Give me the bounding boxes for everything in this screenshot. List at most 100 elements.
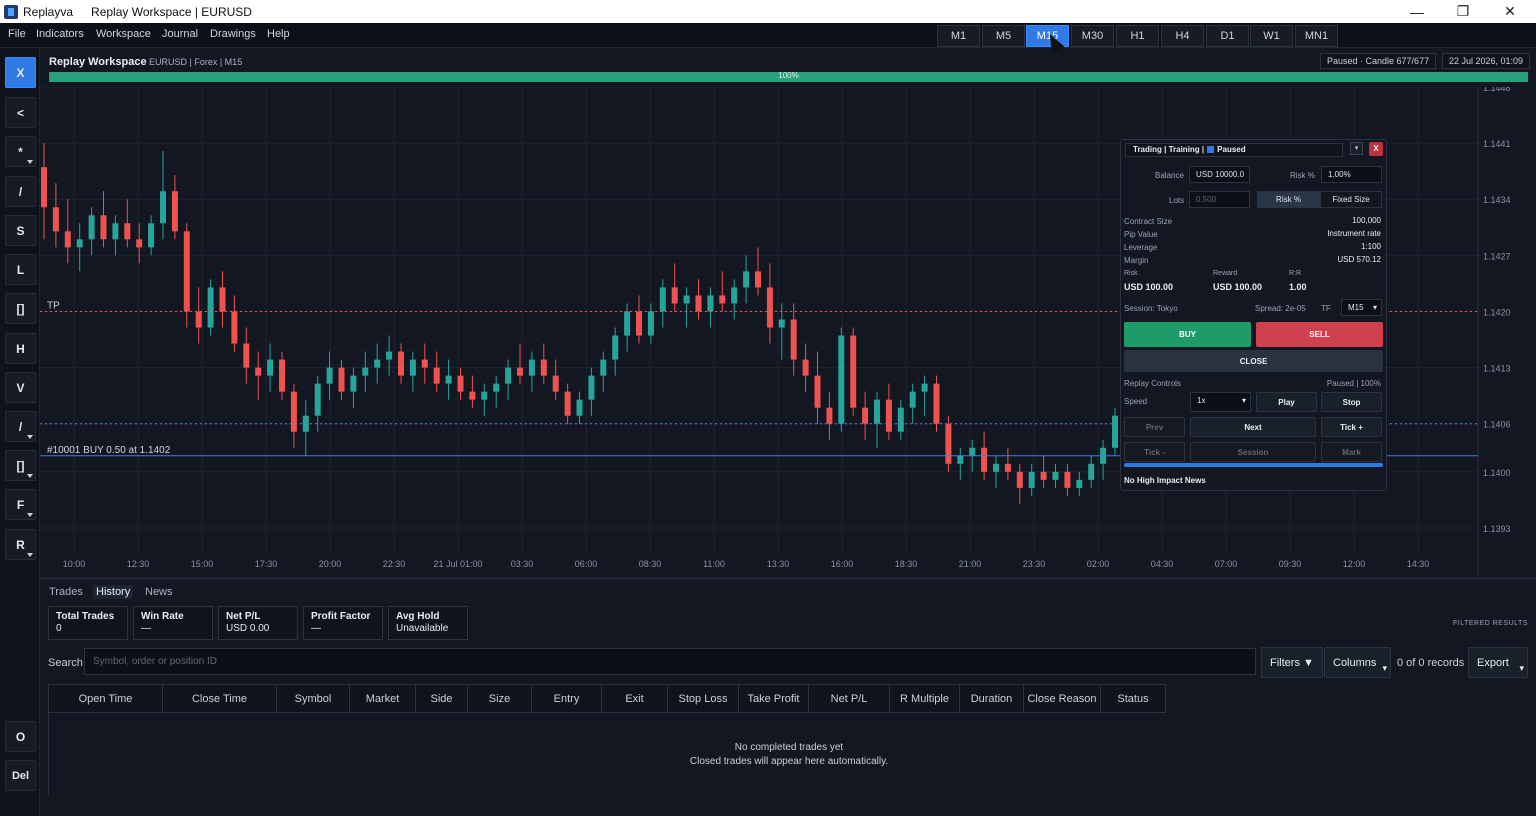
column-take-profit[interactable]: Take Profit bbox=[739, 685, 809, 712]
candle-body bbox=[52, 207, 59, 232]
time-axis-label: 11:00 bbox=[703, 559, 725, 569]
column-close-time[interactable]: Close Time bbox=[163, 685, 277, 712]
replay-progress-bar[interactable]: 100% bbox=[49, 71, 1528, 82]
trading-panel-header[interactable]: Trading | Training | Paused bbox=[1125, 143, 1343, 157]
balance-input[interactable]: USD 10000.0 bbox=[1189, 166, 1250, 183]
column-status[interactable]: Status bbox=[1101, 685, 1165, 712]
box-label: [] bbox=[16, 458, 25, 473]
column-stop-loss[interactable]: Stop Loss bbox=[668, 685, 739, 712]
box-icon[interactable]: [] bbox=[5, 450, 36, 481]
menu-journal[interactable]: Journal bbox=[162, 28, 198, 40]
candle-body bbox=[124, 223, 131, 240]
column-close-reason[interactable]: Close Reason bbox=[1024, 685, 1101, 712]
risk-amount-value: USD 100.00 bbox=[1124, 282, 1174, 292]
column-entry[interactable]: Entry bbox=[532, 685, 602, 712]
timeframe-mn1[interactable]: MN1 bbox=[1295, 25, 1338, 47]
column-exit[interactable]: Exit bbox=[602, 685, 668, 712]
timeframe-m1[interactable]: M1 bbox=[937, 25, 980, 47]
menu-file[interactable]: File bbox=[8, 28, 26, 40]
candle-body bbox=[148, 223, 155, 248]
search-input[interactable]: Symbol, order or position ID bbox=[84, 648, 1256, 675]
menu-drawings[interactable]: Drawings bbox=[210, 28, 256, 40]
column-net-pl[interactable]: Net P/L bbox=[809, 685, 890, 712]
support-icon[interactable]: S bbox=[5, 215, 36, 246]
timeframe-m30[interactable]: M30 bbox=[1071, 25, 1114, 47]
tick-plus-button[interactable]: Tick + bbox=[1321, 417, 1382, 437]
column-symbol[interactable]: Symbol bbox=[277, 685, 350, 712]
spread-label: Spread: 2e-05 bbox=[1255, 304, 1306, 313]
close-position-button[interactable]: CLOSE bbox=[1124, 350, 1383, 372]
tab-trades[interactable]: Trades bbox=[46, 585, 86, 599]
mark-button[interactable]: Mark bbox=[1321, 442, 1382, 462]
tab-history[interactable]: History bbox=[93, 585, 134, 599]
ruler-icon[interactable]: R bbox=[5, 529, 36, 560]
candle-body bbox=[219, 287, 226, 312]
close-icon[interactable]: X bbox=[5, 57, 36, 88]
timeframe-h1[interactable]: H1 bbox=[1116, 25, 1159, 47]
speed-select[interactable]: 1x ▾ bbox=[1190, 392, 1251, 412]
candle-body bbox=[647, 311, 654, 336]
circle-icon[interactable]: O bbox=[5, 721, 36, 752]
column-side[interactable]: Side bbox=[416, 685, 468, 712]
risk-mode-toggle[interactable]: Risk % bbox=[1257, 191, 1320, 208]
close-panel-button[interactable]: X bbox=[1369, 142, 1383, 156]
stop-button[interactable]: Stop bbox=[1321, 392, 1382, 412]
menu-indicators[interactable]: Indicators bbox=[36, 28, 84, 40]
minimize-button[interactable]: — bbox=[1394, 0, 1440, 23]
candle-body bbox=[564, 391, 571, 416]
column-open-time[interactable]: Open Time bbox=[49, 685, 163, 712]
column-duration[interactable]: Duration bbox=[960, 685, 1024, 712]
prev-button[interactable]: Prev bbox=[1124, 417, 1185, 437]
risk-percent-input[interactable]: 1.00% bbox=[1321, 166, 1382, 183]
menu-workspace[interactable]: Workspace bbox=[96, 28, 151, 40]
app-name: Replayva bbox=[23, 4, 74, 19]
maximize-button[interactable]: ❐ bbox=[1440, 0, 1486, 23]
session-button[interactable]: Session bbox=[1190, 442, 1316, 462]
next-button[interactable]: Next bbox=[1190, 417, 1316, 437]
timeframe-d1[interactable]: D1 bbox=[1206, 25, 1249, 47]
collapse-icon[interactable]: < bbox=[5, 97, 36, 128]
candle-body bbox=[802, 359, 809, 376]
leverage-value: 1:100 bbox=[1360, 242, 1381, 251]
line-icon[interactable]: L bbox=[5, 254, 36, 285]
lots-input[interactable]: 0.500 bbox=[1189, 191, 1250, 208]
rectangle-icon[interactable]: [] bbox=[5, 293, 36, 324]
minimize-panel-button[interactable]: ▾ bbox=[1350, 142, 1363, 155]
tf-select[interactable]: M15 ▾ bbox=[1341, 299, 1382, 316]
trading-panel: Trading | Training | Paused ▾ X Balance U… bbox=[1120, 139, 1387, 491]
candle-body bbox=[612, 335, 619, 360]
play-button[interactable]: Play bbox=[1256, 392, 1317, 412]
delete-icon[interactable]: Del bbox=[5, 760, 36, 791]
timeframe-w1[interactable]: W1 bbox=[1250, 25, 1293, 47]
fixed-size-toggle[interactable]: Fixed Size bbox=[1320, 191, 1382, 208]
crosshair-icon[interactable]: * bbox=[5, 136, 36, 167]
horizontal-line-icon[interactable]: H bbox=[5, 333, 36, 364]
filters-button[interactable]: Filters ▼ bbox=[1261, 647, 1323, 678]
time-axis-label: 12:30 bbox=[127, 559, 150, 569]
tab-news[interactable]: News bbox=[142, 585, 176, 599]
fibonacci-icon[interactable]: F bbox=[5, 489, 36, 520]
candle-body bbox=[88, 215, 95, 240]
timeframe-m5[interactable]: M5 bbox=[982, 25, 1025, 47]
candle-body bbox=[755, 271, 761, 288]
buy-button[interactable]: BUY bbox=[1124, 322, 1251, 347]
trendline-icon[interactable]: / bbox=[5, 176, 36, 207]
column-market[interactable]: Market bbox=[350, 685, 416, 712]
column-r-multiple[interactable]: R Multiple bbox=[890, 685, 960, 712]
vertical-line-icon[interactable]: V bbox=[5, 372, 36, 403]
time-axis-label: 10:00 bbox=[63, 559, 86, 569]
candle-body bbox=[683, 295, 690, 304]
timeframe-h4[interactable]: H4 bbox=[1161, 25, 1204, 47]
price-axis-label: 1.1427 bbox=[1483, 251, 1511, 261]
window-title: Replay Workspace | EURUSD bbox=[91, 4, 252, 19]
menu-help[interactable]: Help bbox=[267, 28, 290, 40]
ray-icon[interactable]: / bbox=[5, 411, 36, 442]
close-window-button[interactable]: ✕ bbox=[1487, 0, 1533, 23]
columns-button[interactable]: Columns ▾ bbox=[1324, 647, 1391, 678]
sell-button[interactable]: SELL bbox=[1256, 322, 1383, 347]
candle-body bbox=[671, 287, 678, 304]
lots-label: Lots bbox=[1169, 196, 1185, 205]
column-size[interactable]: Size bbox=[468, 685, 532, 712]
tick-minus-button[interactable]: Tick - bbox=[1124, 442, 1185, 462]
export-button[interactable]: Export ▾ bbox=[1468, 647, 1528, 678]
